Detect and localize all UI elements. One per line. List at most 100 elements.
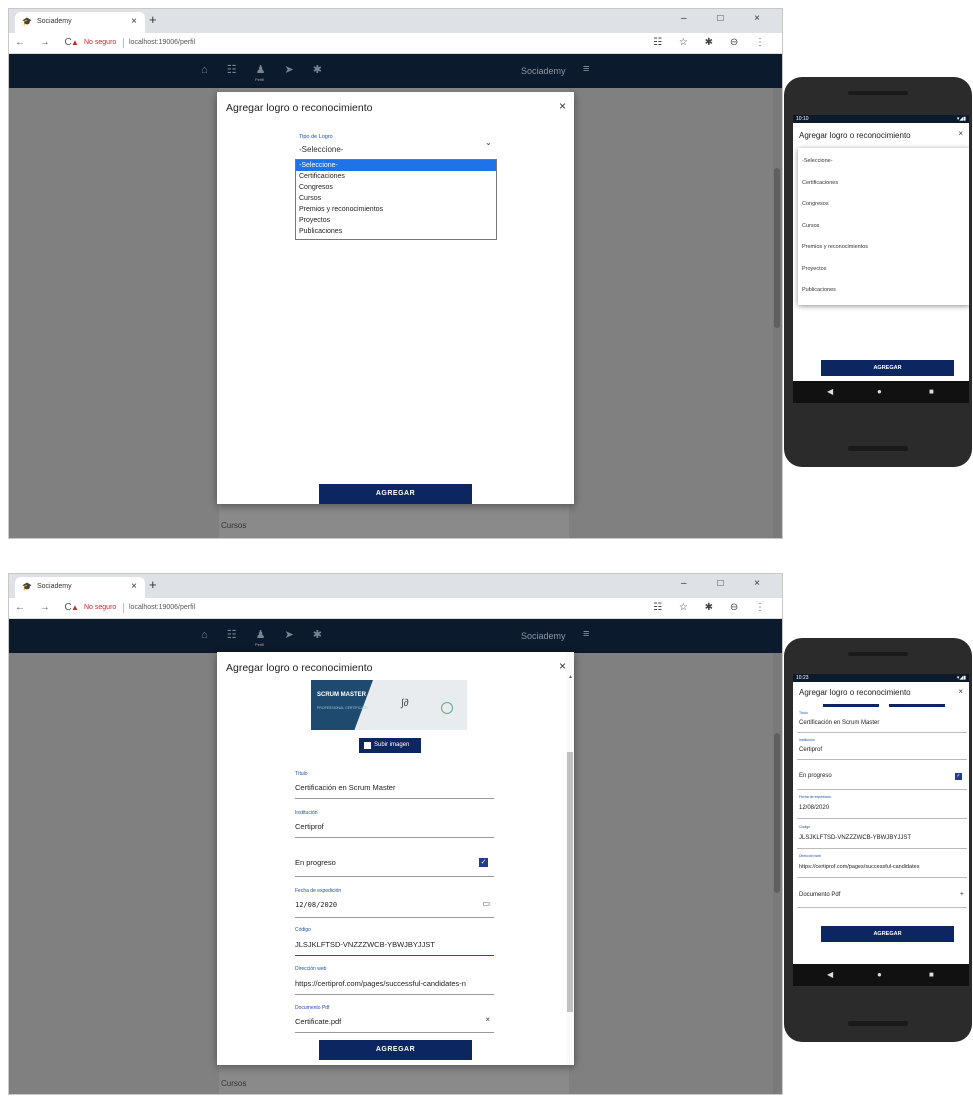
modal-scrollbar-thumb[interactable] — [567, 752, 573, 1012]
brand-name: Sociademy — [521, 631, 566, 641]
institucion-value: Certiprof — [295, 822, 324, 831]
phone-status-bar: 10:23 ▾◢▮ — [793, 674, 969, 682]
option-proyectos[interactable]: Proyectos — [296, 215, 496, 226]
close-icon[interactable]: × — [559, 99, 566, 113]
upload-image-button[interactable]: Subir imagen — [359, 738, 421, 753]
home-icon[interactable]: ● — [877, 970, 882, 979]
scroll-up-icon[interactable]: ▲ — [568, 674, 573, 680]
warning-icon: ▲ — [71, 38, 79, 47]
window-controls[interactable]: – □ × — [681, 578, 774, 589]
app-nav-icons[interactable]: ⌂ ☷ ♟ ➤ ✱ — [201, 63, 330, 76]
bottom-screenshot-panel: 🎓 Sociademy × + – □ × ← → C ▲ No seguro … — [0, 568, 973, 1097]
option-premios[interactable]: Premios y reconocimientos — [296, 204, 496, 215]
phone-screen: 10:10 ▾◢▮ Agregar logro o reconocimiento… — [793, 115, 969, 403]
menu-icon[interactable]: ≡ — [583, 63, 589, 75]
browser-tab[interactable]: 🎓 Sociademy × — [15, 577, 145, 598]
phone-screen: 10:23 ▾◢▮ Agregar logro o reconocimiento… — [793, 674, 969, 986]
option-certificaciones[interactable]: Certificaciones — [296, 171, 496, 182]
phone-option[interactable]: Certificaciones — [798, 170, 969, 192]
page-scrollbar[interactable] — [773, 653, 781, 1094]
certificate-band — [311, 680, 373, 730]
close-icon[interactable]: × — [559, 659, 566, 673]
scrollbar-thumb[interactable] — [774, 168, 780, 328]
browser-tab[interactable]: 🎓 Sociademy × — [15, 12, 145, 33]
new-tab-button[interactable]: + — [149, 12, 157, 27]
titulo-field[interactable]: Título Certificación en Scrum Master — [295, 771, 494, 799]
home-icon[interactable]: ● — [877, 387, 882, 396]
image-icon — [364, 742, 371, 749]
back-icon[interactable]: ◀ — [827, 970, 833, 979]
phone-mockup: 10:10 ▾◢▮ Agregar logro o reconocimiento… — [784, 77, 972, 467]
checkbox-checked-icon[interactable]: ✓ — [479, 858, 488, 867]
agregar-button[interactable]: AGREGAR — [319, 484, 472, 504]
close-icon[interactable]: × — [958, 687, 963, 696]
nav-active-label: Perfil — [255, 642, 265, 647]
phone-agregar-button[interactable]: AGREGAR — [821, 360, 954, 376]
tab-close-icon[interactable]: × — [131, 581, 137, 592]
phone-option[interactable]: Congresos — [798, 191, 969, 213]
page-scrollbar[interactable] — [773, 88, 781, 538]
menu-icon[interactable]: ≡ — [583, 628, 589, 640]
close-icon[interactable]: × — [958, 129, 963, 138]
url-input[interactable]: localhost:19006/perfil — [129, 604, 195, 611]
phone-titulo-field[interactable]: Título Certificación en Scrum Master — [797, 711, 967, 733]
checkbox-checked-icon[interactable]: ✓ — [955, 773, 962, 780]
add-icon[interactable]: + — [960, 891, 964, 898]
pdf-field[interactable]: Documento Pdf Certificate.pdf × — [295, 1005, 494, 1033]
phone-pdf-field[interactable]: Documento Pdf + — [797, 884, 967, 908]
agregar-button[interactable]: AGREGAR — [319, 1040, 472, 1060]
url-input[interactable]: localhost:19006/perfil — [129, 39, 195, 46]
tab-close-icon[interactable]: × — [131, 16, 137, 27]
modal-title: Agregar logro o reconocimiento — [226, 662, 373, 674]
app-nav-icons[interactable]: ⌂ ☷ ♟ ➤ ✱ — [201, 628, 330, 641]
recents-icon[interactable]: ■ — [929, 970, 934, 979]
institucion-field[interactable]: Institución Certiprof — [295, 810, 494, 838]
extension-icons[interactable]: ☷ ☆ ✱ ⊖ ⋮ — [653, 602, 772, 613]
phone-fecha-field[interactable]: Fecha de expedición 12/08/2020 — [797, 795, 967, 819]
browser-window: 🎓 Sociademy × + – □ × ← → C ▲ No seguro … — [8, 573, 783, 1095]
recents-icon[interactable]: ■ — [929, 387, 934, 396]
phone-option[interactable]: Publicaciones — [798, 277, 969, 299]
window-controls[interactable]: – □ × — [681, 13, 774, 24]
phone-institucion-field[interactable]: Institución Certiprof — [797, 738, 967, 760]
phone-option[interactable]: Proyectos — [798, 256, 969, 278]
option-congresos[interactable]: Congresos — [296, 182, 496, 193]
option-publicaciones[interactable]: Publicaciones — [296, 226, 496, 237]
phone-option[interactable]: Cursos — [798, 213, 969, 235]
web-field[interactable]: Dirección web https://certiprof.com/page… — [295, 966, 494, 995]
phone-codigo-label: Código — [799, 825, 811, 829]
fecha-field[interactable]: Fecha de expedición 12/08/2020 ▭ — [295, 888, 494, 918]
divider — [123, 603, 124, 613]
warning-icon: ▲ — [71, 603, 79, 612]
nav-buttons[interactable]: ← → C — [15, 602, 78, 613]
phone-option[interactable]: Premios y reconocimientos — [798, 234, 969, 256]
institucion-label: Institución — [295, 810, 318, 816]
phone-agregar-button[interactable]: AGREGAR — [821, 926, 954, 942]
phone-institucion-value: Certiprof — [799, 747, 823, 753]
phone-codigo-field[interactable]: Código JLSJKLFTSD-VNZZZWCB-YBWJBYJJST — [797, 825, 967, 849]
achievement-type-select[interactable]: -Seleccione- — [299, 145, 343, 154]
nav-buttons[interactable]: ← → C — [15, 37, 78, 48]
clear-icon[interactable]: × — [485, 1015, 490, 1024]
chevron-down-icon[interactable]: ⌄ — [485, 138, 492, 147]
extension-icons[interactable]: ☷ ☆ ✱ ⊖ ⋮ — [653, 37, 772, 48]
codigo-value: JLSJKLFTSD-VNZZZWCB-YBWJBYJJST — [295, 940, 436, 949]
seal-icon — [441, 702, 453, 714]
not-secure-label: No seguro — [84, 604, 117, 611]
calendar-icon[interactable]: ▭ — [482, 899, 490, 908]
phone-option[interactable]: -Seleccione- — [798, 148, 969, 170]
titulo-label: Título — [295, 771, 308, 777]
option-cursos[interactable]: Cursos — [296, 193, 496, 204]
scrollbar-thumb[interactable] — [774, 733, 780, 893]
en-progreso-field[interactable]: En progreso ✓ — [295, 850, 494, 877]
codigo-field[interactable]: Código JLSJKLFTSD-VNZZZWCB-YBWJBYJJST — [295, 927, 494, 956]
phone-en-progreso-field[interactable]: En progreso ✓ — [797, 765, 967, 790]
option-seleccione[interactable]: -Seleccione- — [296, 160, 496, 171]
graduation-cap-icon: 🎓 — [22, 582, 32, 591]
back-icon[interactable]: ◀ — [827, 387, 833, 396]
new-tab-button[interactable]: + — [149, 577, 157, 592]
phone-speaker — [848, 652, 908, 656]
phone-web-field[interactable]: Dirección web https://certiprof.com/page… — [797, 854, 967, 878]
modal-scrollbar[interactable]: ▲ — [566, 652, 574, 1065]
graduation-cap-icon: 🎓 — [22, 17, 32, 26]
